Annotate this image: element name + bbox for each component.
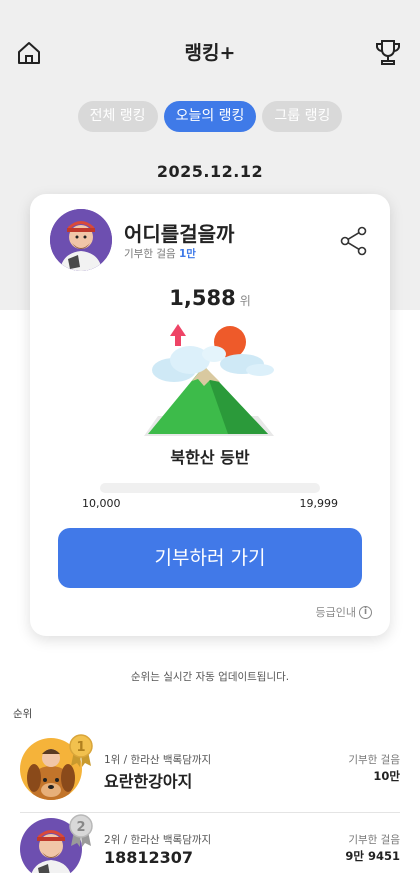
grade-guide-link[interactable]: 등급인내 i [316, 604, 372, 620]
ranker-name: 18812307 [104, 848, 194, 867]
info-icon: i [359, 605, 372, 619]
amount-value: 9만 9451 [345, 849, 400, 863]
donated-steps-value: 1만 [178, 248, 196, 260]
list-item[interactable]: 1 1위 / 한라산 백록담까지 요란한강아지 기부한 걸음 10만 [20, 734, 400, 816]
current-rank: 1,588 위 [30, 286, 390, 310]
rank-info: 1위 / 한라산 백록담까지 [104, 754, 212, 766]
donated-steps-label: 기부한 걸음 [124, 248, 176, 260]
ranking-tabs: 전체 랭킹 오늘의 랭킹 그룹 랭킹 [0, 101, 420, 132]
header: 랭킹+ [0, 28, 420, 76]
trophy-icon[interactable] [374, 38, 402, 68]
donated-steps: 기부한 걸음 1만 [124, 246, 196, 261]
user-avatar-illustration [50, 209, 112, 271]
silver-medal-icon: 2 [69, 814, 93, 847]
range-min: 10,000 [82, 497, 121, 510]
tab-today-ranking[interactable]: 오늘의 랭킹 [163, 101, 257, 132]
amount-value: 10만 [373, 769, 400, 783]
tab-group-ranking[interactable]: 그룹 랭킹 [262, 101, 343, 132]
amount-label: 기부한 걸음 [348, 834, 400, 846]
mountain-name: 북한산 등반 [170, 448, 250, 467]
gold-medal-icon: 1 [69, 734, 93, 767]
amount-label: 기부한 걸음 [348, 754, 400, 766]
grade-guide-label: 등급인내 [315, 606, 356, 619]
svg-text:1: 1 [76, 740, 85, 755]
update-notice: 순위는 실시간 자동 업데이트됩니다. [130, 671, 290, 683]
avatar [50, 209, 112, 271]
ranking-date: 2025.12.12 [156, 162, 264, 181]
section-label: 순위 [13, 708, 33, 720]
rank-unit: 위 [239, 294, 251, 308]
tab-total-ranking[interactable]: 전체 랭킹 [77, 101, 158, 132]
range-max: 19,999 [299, 497, 339, 510]
ranker-name: 요란한강아지 [104, 772, 193, 791]
progress-bar [100, 483, 320, 493]
user-nickname: 어디를걸을까 [124, 222, 235, 246]
mountain-illustration [144, 324, 274, 436]
my-ranking-card: 어디를걸을까 기부한 걸음 1만 1,588 위 북한산 등반 10,000 19… [30, 194, 390, 636]
share-icon[interactable] [340, 226, 368, 256]
page-title: 랭킹+ [184, 42, 236, 64]
donate-button[interactable]: 기부하러 가기 [58, 528, 362, 588]
rank-info: 2위 / 한라산 백록담까지 [104, 834, 212, 846]
svg-text:2: 2 [76, 820, 85, 835]
list-item[interactable]: 2 2위 / 한라산 백록담까지 18812307 기부한 걸음 9만 9451 [20, 814, 400, 873]
rank-number: 1,588 [169, 286, 236, 310]
